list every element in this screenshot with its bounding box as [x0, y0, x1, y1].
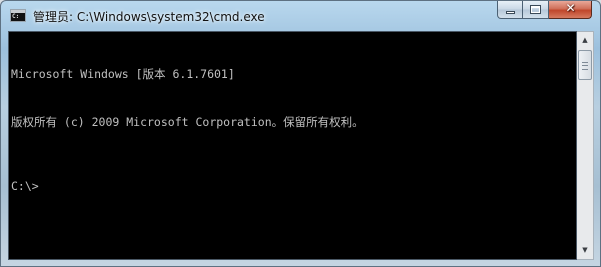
console-area[interactable]: Microsoft Windows [版本 6.1.7601] 版权所有 (c)… — [8, 31, 577, 260]
console-line-version: Microsoft Windows [版本 6.1.7601] — [11, 67, 235, 81]
scroll-down-icon[interactable]: ▼ — [577, 242, 593, 259]
scroll-up-icon[interactable]: ▲ — [577, 32, 593, 49]
maximize-button[interactable] — [523, 1, 549, 19]
grip-icon — [582, 62, 588, 70]
minimize-icon — [506, 11, 515, 14]
window-title: 管理员: C:\Windows\system32\cmd.exe — [33, 10, 265, 24]
caption-buttons: ✕ — [497, 1, 592, 19]
close-icon: ✕ — [565, 1, 576, 15]
scrollbar-thumb[interactable] — [578, 50, 592, 80]
close-button[interactable]: ✕ — [549, 1, 592, 19]
cmd-window: 管理员: C:\Windows\system32\cmd.exe ✕ Micro… — [0, 0, 601, 267]
title-bar[interactable]: 管理员: C:\Windows\system32\cmd.exe ✕ — [1, 1, 600, 31]
console-output: Microsoft Windows [版本 6.1.7601] 版权所有 (c)… — [11, 34, 364, 226]
maximize-icon — [530, 5, 541, 14]
minimize-button[interactable] — [497, 1, 523, 19]
cmd-icon[interactable] — [10, 9, 26, 22]
command-prompt[interactable]: C:\> — [11, 178, 364, 194]
vertical-scrollbar[interactable]: ▲ ▼ — [577, 31, 594, 260]
console-line-copyright: 版权所有 (c) 2009 Microsoft Corporation。保留所有… — [11, 115, 364, 129]
